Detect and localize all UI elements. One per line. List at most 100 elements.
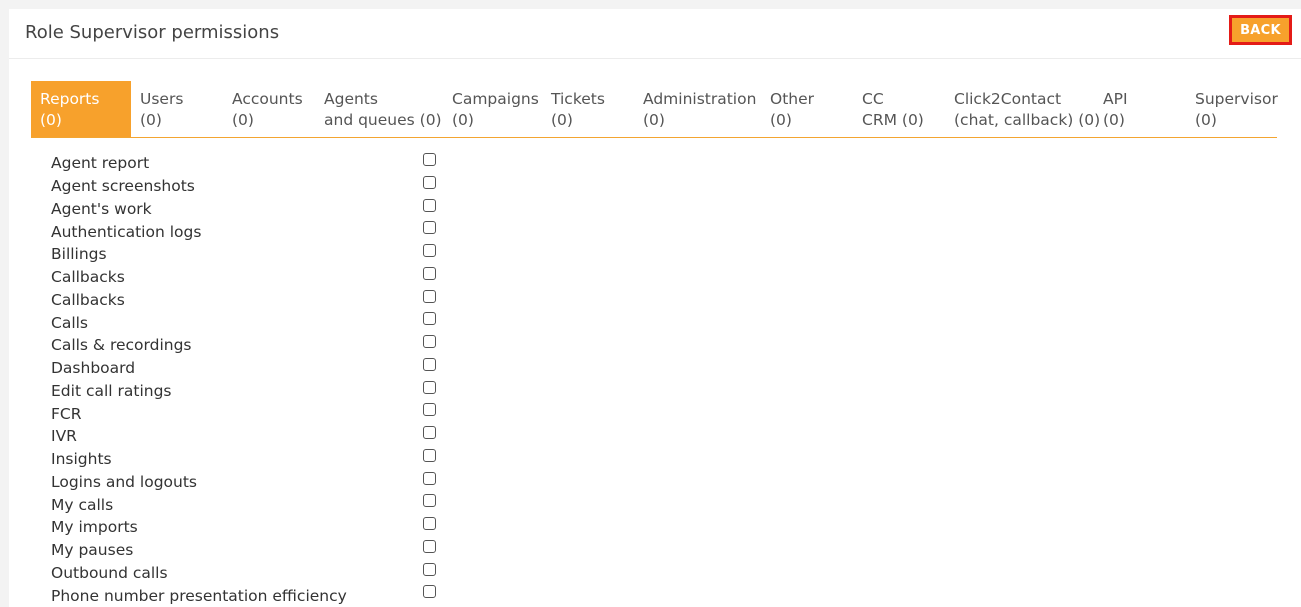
permission-label: My pauses (51, 541, 134, 560)
tab-label: API (1103, 90, 1128, 108)
tab-supervisor[interactable]: Supervisor (0) (1186, 81, 1278, 137)
permission-row: Edit call ratings (51, 380, 451, 403)
tab-count: (0) (643, 111, 665, 129)
tab-tickets[interactable]: Tickets (0) (542, 81, 634, 137)
tab-label: Supervisor (1195, 90, 1278, 108)
permission-checkbox[interactable] (423, 198, 436, 212)
permission-checkbox[interactable] (423, 357, 436, 371)
permission-label: Insights (51, 450, 112, 469)
permission-row: Billings (51, 243, 451, 266)
permission-checkbox[interactable] (423, 312, 436, 326)
permission-label: Phone number presentation efficiency (51, 586, 347, 605)
permission-checkbox[interactable] (423, 153, 436, 166)
back-button[interactable]: BACK (1229, 15, 1292, 45)
tab-cc[interactable]: CC CRM (0) (853, 81, 945, 137)
tab-administration[interactable]: Administration (0) (634, 81, 761, 137)
tab-api[interactable]: API (0) (1094, 81, 1186, 137)
tab-count: (0) (551, 111, 573, 129)
permission-label: Agent screenshots (51, 177, 195, 196)
permission-label: My calls (51, 495, 114, 514)
permission-checkbox[interactable] (423, 380, 436, 394)
permission-row: FCR (51, 402, 451, 425)
permission-checkbox[interactable] (423, 517, 436, 530)
permission-label: Agent report (51, 154, 150, 173)
permission-label: Outbound calls (51, 563, 168, 582)
tab-label: Campaigns (452, 90, 539, 108)
permission-checkbox[interactable] (423, 471, 436, 485)
permission-label: Logins and logouts (51, 472, 197, 491)
permission-row: Insights (51, 448, 451, 471)
tab-count: (0) (232, 111, 254, 129)
permission-checkbox[interactable] (423, 244, 436, 257)
tab-count: CRM (0) (862, 111, 924, 129)
permission-tabs: Reports (0) Users (0) Accounts (0) Agents and q… (31, 81, 1278, 138)
permission-row: Agent report (51, 152, 451, 175)
permission-row: My calls (51, 493, 451, 516)
permission-checkbox[interactable] (423, 175, 436, 189)
tab-count: (0) (1103, 111, 1125, 129)
tab-count: (0) (40, 111, 62, 129)
permission-row: Calls (51, 311, 451, 334)
permission-label: IVR (51, 427, 77, 446)
permission-checkbox[interactable] (423, 289, 436, 303)
permission-row: Callbacks (51, 289, 451, 312)
permission-row: Callbacks (51, 266, 451, 289)
permission-label: Callbacks (51, 268, 125, 287)
tab-label: Other (770, 90, 815, 108)
permission-row: Phone number presentation efficiency (51, 584, 451, 607)
tab-count: and queues (0) (324, 111, 442, 129)
tab-label: Agents (324, 90, 378, 108)
permission-label: My imports (51, 518, 138, 537)
permission-row: Calls & recordings (51, 334, 451, 357)
permission-row: Outbound calls (51, 562, 451, 585)
permission-checkbox[interactable] (423, 403, 436, 417)
permission-row: IVR (51, 425, 451, 448)
tab-campaigns[interactable]: Campaigns (0) (443, 81, 542, 137)
permission-checkbox[interactable] (423, 539, 436, 553)
tab-label: Users (140, 90, 184, 108)
permission-checkbox[interactable] (423, 426, 436, 439)
permission-label: Dashboard (51, 359, 136, 378)
permission-label: Billings (51, 245, 107, 264)
page-header: Role Supervisor permissions BACK (9, 9, 1301, 59)
tab-label: Administration (643, 90, 757, 108)
tab-accounts[interactable]: Accounts (0) (223, 81, 315, 137)
permission-checkbox[interactable] (423, 335, 436, 348)
tab-label: Accounts (232, 90, 303, 108)
permission-row: Dashboard (51, 357, 451, 380)
tab-count: (0) (452, 111, 474, 129)
permission-checkbox[interactable] (423, 266, 436, 280)
tab-agents[interactable]: Agents and queues (0) (315, 81, 443, 137)
permission-label: Calls & recordings (51, 336, 192, 355)
permission-checkbox[interactable] (423, 448, 436, 462)
tab-other[interactable]: Other (0) (761, 81, 853, 137)
permission-label: Callbacks (51, 290, 125, 309)
permission-checkbox[interactable] (423, 562, 436, 576)
tab-label: CC (862, 90, 884, 108)
permission-checkbox[interactable] (423, 585, 436, 599)
tab-label: Reports (40, 90, 100, 108)
tab-count: (0) (770, 111, 792, 129)
permission-list: Agent report Agent screenshots Agent's wor… (51, 152, 451, 607)
permission-label: Agent's work (51, 199, 152, 218)
tab-count: (0) (140, 111, 162, 129)
permission-row: Agent screenshots (51, 175, 451, 198)
permission-label: Calls (51, 313, 89, 332)
permission-label: Edit call ratings (51, 381, 172, 400)
permission-row: Authentication logs (51, 220, 451, 243)
tab-click2contact[interactable]: Click2Contact (chat, callback) (0) (945, 81, 1101, 137)
permission-row: My imports (51, 516, 451, 539)
permission-checkbox[interactable] (423, 494, 436, 508)
permission-row: My pauses (51, 539, 451, 562)
tab-label: Tickets (551, 90, 605, 108)
permission-label: Authentication logs (51, 222, 202, 241)
tab-reports[interactable]: Reports (0) (31, 81, 131, 137)
tab-users[interactable]: Users (0) (131, 81, 223, 137)
permission-checkbox[interactable] (423, 221, 436, 235)
permission-row: Agent's work (51, 198, 451, 221)
permission-label: FCR (51, 404, 82, 423)
tab-label: Click2Contact (954, 90, 1062, 108)
permission-row: Logins and logouts (51, 471, 451, 494)
tab-count: (0) (1195, 111, 1217, 129)
tab-count: (chat, callback) (0) (954, 111, 1101, 129)
